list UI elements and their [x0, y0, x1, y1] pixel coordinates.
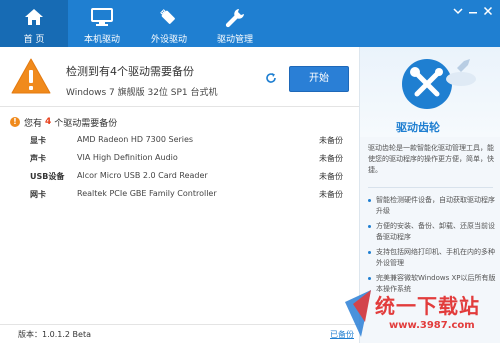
pending-prefix: 您有: [24, 118, 43, 129]
wrench-icon: [225, 8, 245, 31]
feature-item: 支持包括网络打印机、手机在内的多种外设管理: [368, 247, 496, 269]
feature-item: 方便的安装、备份、卸载、还原当前设备驱动程序: [368, 221, 496, 243]
driver-category: 网卡: [30, 190, 46, 199]
driver-name: VIA High Definition Audio: [77, 153, 178, 162]
tab-driver-management[interactable]: 驱动管理: [202, 0, 268, 47]
driver-row[interactable]: 显卡 AMD Radeon HD 7300 Series 未备份: [0, 131, 359, 149]
rocket-cloud-icon: [444, 57, 478, 90]
driver-list: 显卡 AMD Radeon HD 7300 Series 未备份 声卡 VIA …: [0, 131, 359, 203]
top-nav-bar: 首 页 本机驱动 外设驱动 驱动管理: [0, 0, 500, 47]
tab-home[interactable]: 首 页: [0, 0, 68, 47]
home-icon: [24, 8, 44, 29]
system-info: Windows 7 旗舰版 32位 SP1 台式机: [66, 88, 218, 98]
driver-row[interactable]: 声卡 VIA High Definition Audio 未备份: [0, 149, 359, 167]
driver-category: USB设备: [30, 172, 65, 181]
minimize-icon[interactable]: [467, 6, 479, 18]
driver-status: 未备份: [319, 154, 343, 163]
tab-home-label: 首 页: [23, 35, 45, 45]
tab-local-drivers-label: 本机驱动: [83, 35, 120, 45]
start-button[interactable]: 开始: [289, 66, 349, 92]
driver-status: 未备份: [319, 136, 343, 145]
pending-summary: ! 您有 4 个驱动需要备份: [10, 115, 117, 129]
driver-category: 声卡: [30, 154, 46, 163]
driver-row[interactable]: 网卡 Realtek PCIe GBE Family Controller 未备…: [0, 185, 359, 203]
driver-category: 显卡: [30, 136, 46, 145]
tab-peripheral-drivers[interactable]: 外设驱动: [136, 0, 202, 47]
monitor-icon: [91, 8, 113, 29]
tab-local-drivers[interactable]: 本机驱动: [68, 0, 136, 47]
version-label: 版本：1.0.1.2 Beta: [18, 330, 91, 339]
product-description: 驱动齿轮是一款智能化驱动管理工具，能使您的驱动程序的操作更方便，简单，快捷。: [368, 144, 494, 174]
tab-peripheral-drivers-label: 外设驱动: [150, 35, 187, 45]
window-controls: [452, 6, 494, 18]
feature-item: 智能检测硬件设备，自动获取驱动程序升级: [368, 195, 496, 217]
driver-row[interactable]: USB设备 Alcor Micro USB 2.0 Card Reader 未备…: [0, 167, 359, 185]
close-icon[interactable]: [482, 6, 494, 18]
scan-result-header: 检测到有4个驱动需要备份 Windows 7 旗舰版 32位 SP1 台式机 开…: [0, 47, 359, 107]
product-title: 驱动齿轮: [396, 121, 440, 134]
watermark-url: www.3987.com: [389, 320, 475, 331]
driver-status: 未备份: [319, 190, 343, 199]
info-icon: !: [10, 117, 20, 127]
scan-result-title: 检测到有4个驱动需要备份: [66, 65, 194, 78]
driver-name: Realtek PCIe GBE Family Controller: [77, 189, 217, 198]
divider: [368, 187, 493, 188]
driver-name: AMD Radeon HD 7300 Series: [77, 135, 194, 144]
menu-icon[interactable]: [452, 6, 464, 18]
tab-driver-management-label: 驱动管理: [216, 35, 253, 45]
driver-status: 未备份: [319, 172, 343, 181]
status-bar: 版本：1.0.1.2 Beta 已备份: [0, 324, 359, 343]
refresh-icon[interactable]: [265, 72, 277, 87]
usb-drive-icon: [159, 8, 179, 31]
driver-name: Alcor Micro USB 2.0 Card Reader: [77, 171, 208, 180]
pending-count: 4: [45, 117, 52, 127]
warning-icon: [10, 57, 52, 98]
main-panel: 检测到有4个驱动需要备份 Windows 7 旗舰版 32位 SP1 台式机 开…: [0, 47, 359, 343]
product-banner: 驱动齿轮: [360, 47, 500, 137]
watermark-title: 统一下载站: [375, 294, 480, 318]
pending-suffix: 个驱动需要备份: [54, 118, 118, 129]
